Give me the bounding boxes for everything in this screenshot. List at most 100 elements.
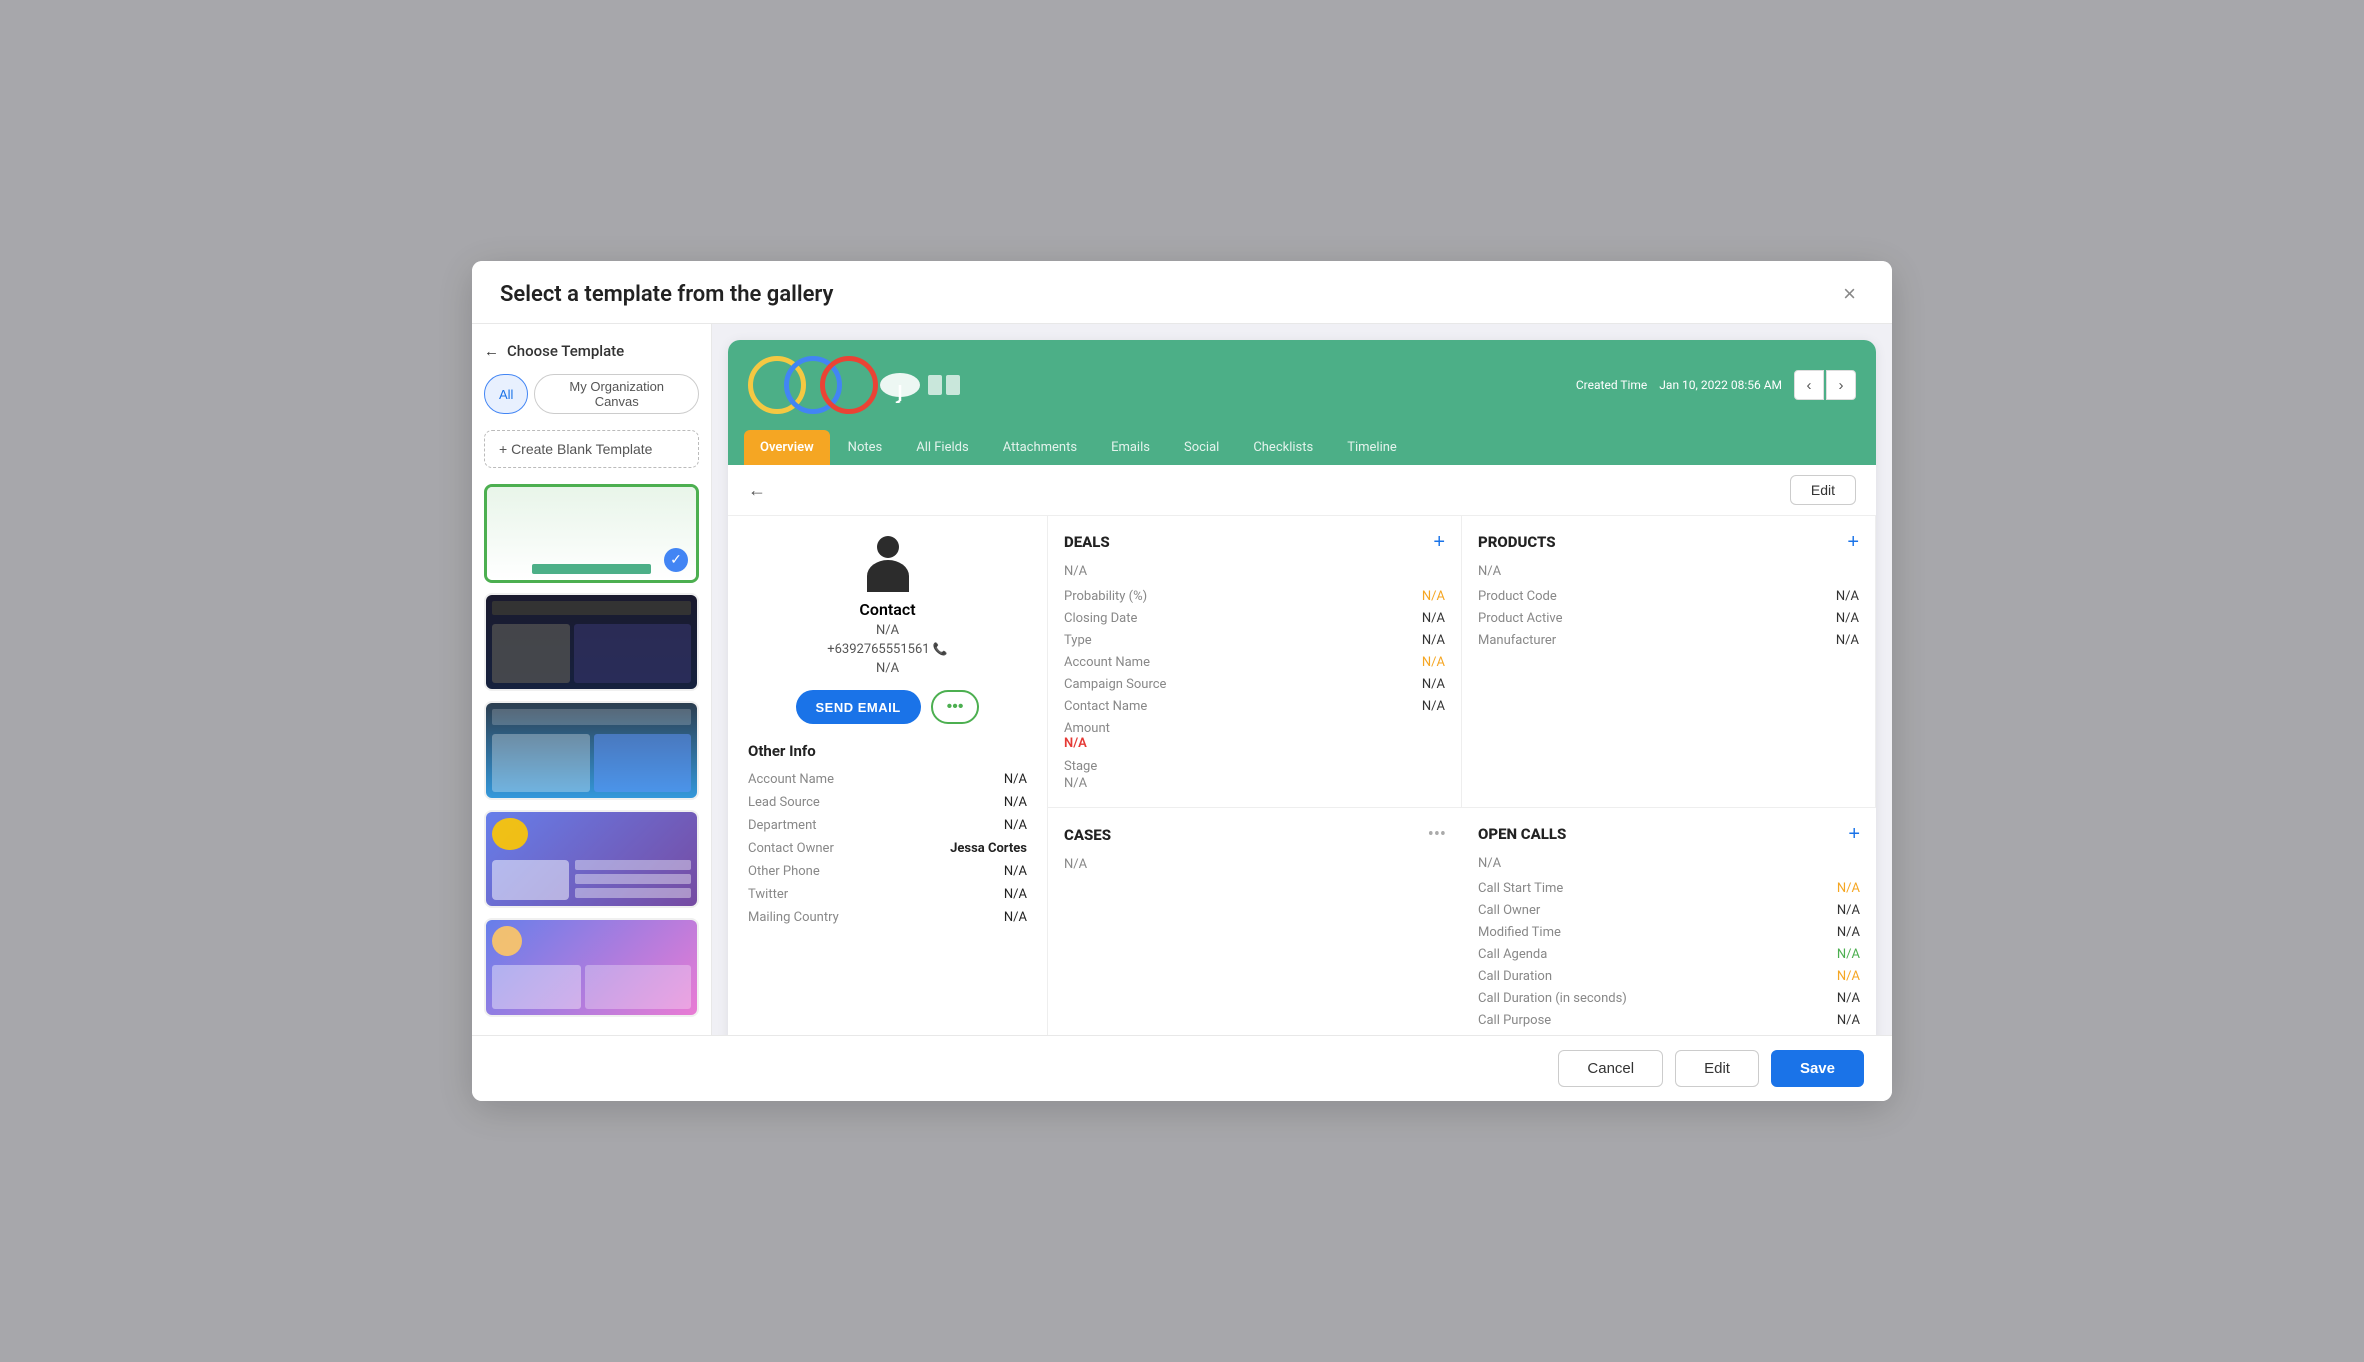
preview-container: Created Time Jan 10, 2022 08:56 AM ‹ › O…	[712, 324, 1892, 1035]
template-item[interactable]	[484, 810, 699, 909]
amount-block: Amount N/A	[1064, 721, 1445, 751]
info-row: Twitter N/A	[748, 887, 1027, 902]
info-row: Account Name N/A	[748, 772, 1027, 787]
phone-icon: 📞	[933, 642, 948, 656]
tab-social[interactable]: Social	[1168, 430, 1235, 465]
person-head	[877, 536, 899, 558]
deals-field-row: Contact Name N/A	[1064, 699, 1445, 714]
account-name-label: Account Name	[1064, 655, 1150, 670]
filter-my-org-tab[interactable]: My Organization Canvas	[534, 374, 699, 414]
back-arrow-icon: ←	[484, 342, 499, 360]
product-active-label: Product Active	[1478, 611, 1562, 626]
preview-content: Contact N/A +6392765551561 📞 N/A SEND EM…	[728, 516, 1876, 1035]
next-button[interactable]: ›	[1826, 370, 1856, 400]
call-owner-value: N/A	[1837, 903, 1860, 918]
modified-time-label: Modified Time	[1478, 925, 1561, 940]
stage-value: N/A	[1064, 776, 1445, 791]
close-button[interactable]: ×	[1835, 279, 1864, 309]
info-row: Mailing Country N/A	[748, 910, 1027, 925]
open-calls-title: OPEN CALLS	[1478, 825, 1566, 843]
tab-notes[interactable]: Notes	[832, 430, 899, 465]
contact-na-1: N/A	[748, 623, 1027, 638]
field-mailing-country-value: N/A	[1004, 910, 1027, 925]
tab-timeline[interactable]: Timeline	[1331, 430, 1413, 465]
sidebar: ← Choose Template All My Organization Ca…	[472, 324, 712, 1035]
preview-card: Created Time Jan 10, 2022 08:56 AM ‹ › O…	[728, 340, 1876, 1035]
template-item[interactable]	[484, 918, 699, 1017]
edit-button[interactable]: Edit	[1675, 1050, 1759, 1087]
products-field-row: Manufacturer N/A	[1478, 633, 1859, 648]
closing-date-value: N/A	[1422, 611, 1445, 626]
send-email-button[interactable]: SEND EMAIL	[796, 690, 921, 724]
contact-phone: +6392765551561 📞	[748, 642, 1027, 657]
info-row: Other Phone N/A	[748, 864, 1027, 879]
stage-block: Stage N/A	[1064, 759, 1445, 791]
template-item[interactable]	[484, 593, 699, 692]
contact-actions: SEND EMAIL •••	[748, 690, 1027, 724]
modal-title: Select a template from the gallery	[500, 282, 833, 307]
tab-emails[interactable]: Emails	[1095, 430, 1166, 465]
sidebar-back[interactable]: ← Choose Template	[484, 342, 699, 360]
template-item[interactable]: ✓	[484, 484, 699, 583]
products-header: PRODUCTS +	[1478, 532, 1859, 552]
modal-overlay: Select a template from the gallery × ← C…	[0, 0, 2364, 1362]
open-calls-field-row: Call Owner N/A	[1478, 903, 1860, 918]
preview-header-right: Created Time Jan 10, 2022 08:56 AM ‹ ›	[1576, 370, 1856, 400]
deals-field-row: Account Name N/A	[1064, 655, 1445, 670]
deals-panel: DEALS + N/A Probability (%) N/A	[1048, 516, 1462, 808]
type-label: Type	[1064, 633, 1092, 648]
create-blank-button[interactable]: + Create Blank Template	[484, 430, 699, 468]
deals-field-row: Closing Date N/A	[1064, 611, 1445, 626]
open-calls-field-row: Call Duration (in seconds) N/A	[1478, 991, 1860, 1006]
tab-attachments[interactable]: Attachments	[987, 430, 1093, 465]
cases-more-icon[interactable]: •••	[1428, 824, 1446, 845]
amount-value: N/A	[1064, 736, 1445, 751]
preview-edit-button[interactable]: Edit	[1790, 475, 1856, 505]
other-info-title: Other Info	[748, 742, 1027, 760]
call-purpose-value: N/A	[1837, 1013, 1860, 1028]
person-body	[867, 560, 909, 592]
stage-label: Stage	[1064, 759, 1445, 774]
preview-back-button[interactable]: ←	[748, 480, 766, 501]
save-button[interactable]: Save	[1771, 1050, 1864, 1087]
open-calls-add-button[interactable]: +	[1848, 824, 1860, 844]
template-list: ✓	[484, 484, 699, 1017]
product-code-label: Product Code	[1478, 589, 1557, 604]
field-other-phone-value: N/A	[1004, 864, 1027, 879]
field-lead-source-value: N/A	[1004, 795, 1027, 810]
contact-panel: Contact N/A +6392765551561 📞 N/A SEND EM…	[728, 516, 1048, 1035]
contact-name-value: N/A	[1422, 699, 1445, 714]
tab-all-fields[interactable]: All Fields	[900, 430, 984, 465]
call-agenda-value: N/A	[1837, 947, 1860, 962]
template-item[interactable]	[484, 701, 699, 800]
deals-field-row: Probability (%) N/A	[1064, 589, 1445, 604]
prev-button[interactable]: ‹	[1794, 370, 1824, 400]
modal-header: Select a template from the gallery ×	[472, 261, 1892, 324]
open-calls-field-row: Call Agenda N/A	[1478, 947, 1860, 962]
selected-check-badge: ✓	[664, 548, 688, 572]
cancel-button[interactable]: Cancel	[1558, 1050, 1663, 1087]
open-calls-field-row: Call Duration N/A	[1478, 969, 1860, 984]
product-active-value: N/A	[1836, 611, 1859, 626]
cases-na: N/A	[1064, 857, 1446, 872]
field-twitter-value: N/A	[1004, 887, 1027, 902]
preview-tabs: Overview Notes All Fields Attachments Em…	[728, 430, 1876, 465]
manufacturer-label: Manufacturer	[1478, 633, 1556, 648]
filter-all-tab[interactable]: All	[484, 374, 528, 414]
created-time-value: Jan 10, 2022 08:56 AM	[1659, 378, 1782, 392]
more-options-button[interactable]: •••	[931, 690, 980, 724]
account-name-value: N/A	[1422, 655, 1445, 670]
preview-sub-header: ← Edit	[728, 465, 1876, 516]
deals-field-row: Campaign Source N/A	[1064, 677, 1445, 692]
cases-panel: CASES ••• N/A	[1048, 808, 1462, 1035]
modal-body: ← Choose Template All My Organization Ca…	[472, 324, 1892, 1035]
sidebar-back-label: Choose Template	[507, 342, 624, 360]
tab-overview[interactable]: Overview	[744, 430, 830, 465]
open-calls-panel: OPEN CALLS + N/A Call Start Time N/A	[1462, 808, 1876, 1035]
deals-add-button[interactable]: +	[1433, 532, 1445, 552]
filter-tabs: All My Organization Canvas	[484, 374, 699, 414]
products-add-button[interactable]: +	[1847, 532, 1859, 552]
open-calls-na: N/A	[1478, 856, 1860, 871]
tab-checklists[interactable]: Checklists	[1237, 430, 1329, 465]
info-row: Lead Source N/A	[748, 795, 1027, 810]
